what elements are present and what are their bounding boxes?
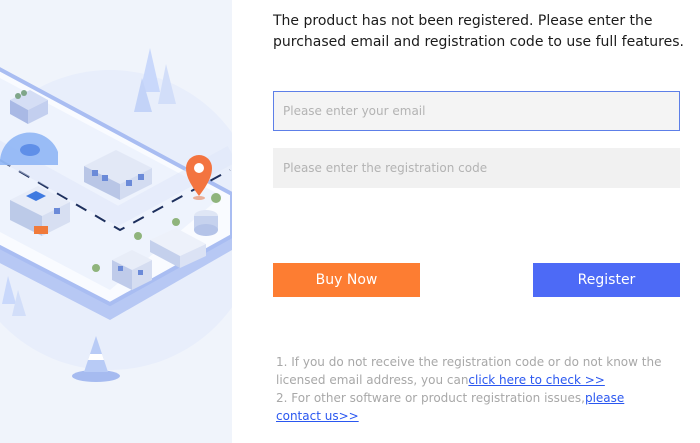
register-button[interactable]: Register	[533, 263, 680, 297]
check-registration-link[interactable]: click here to check >>	[468, 373, 604, 387]
registration-code-input[interactable]	[273, 148, 680, 188]
registration-notice: The product has not been registered. Ple…	[273, 13, 684, 50]
buy-now-button[interactable]: Buy Now	[273, 263, 420, 297]
city-illustration	[0, 0, 232, 443]
registration-panel: The product has not been registered. Ple…	[232, 0, 700, 443]
email-input[interactable]	[273, 91, 680, 131]
help-line2-text: 2. For other software or product registr…	[276, 391, 585, 405]
help-text: 1. If you do not receive the registratio…	[276, 353, 671, 425]
